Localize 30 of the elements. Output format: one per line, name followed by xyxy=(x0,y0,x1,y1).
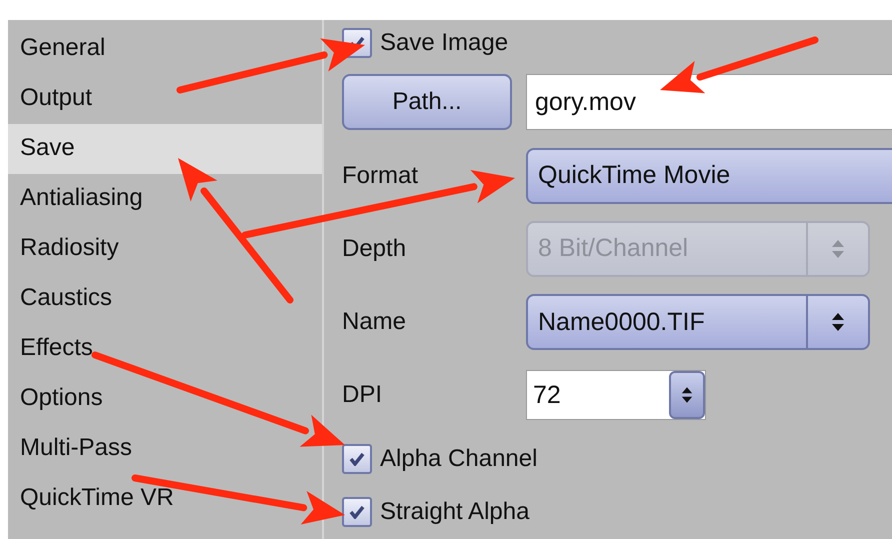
up-down-arrows-icon xyxy=(681,385,693,406)
sidebar-item[interactable]: Antialiasing xyxy=(8,174,322,224)
popup-menu[interactable]: QuickTime Movie xyxy=(526,148,892,204)
sidebar-item[interactable]: Options xyxy=(8,374,322,424)
checkbox[interactable] xyxy=(342,444,372,474)
checkbox-label: Alpha Channel xyxy=(380,444,538,473)
stepper[interactable] xyxy=(669,371,705,420)
field-label: Format xyxy=(342,162,420,190)
path-button[interactable]: Path... xyxy=(342,74,512,130)
sidebar-item[interactable]: Multi-Pass xyxy=(8,424,322,474)
up-down-arrows-icon xyxy=(831,238,845,259)
sidebar-item[interactable]: QuickTime VR xyxy=(8,474,322,524)
checkbox[interactable] xyxy=(342,497,372,528)
checkmark-icon xyxy=(349,505,365,520)
checkbox-label: Straight Alpha xyxy=(380,498,530,526)
sidebar-item[interactable]: Output xyxy=(8,74,322,124)
field-label: DPI xyxy=(342,381,384,410)
number-field[interactable]: 72 xyxy=(526,370,706,420)
sidebar-item[interactable]: General xyxy=(8,24,322,74)
field-label: Name xyxy=(342,308,408,336)
popup-menu[interactable]: Name0000.TIF xyxy=(526,294,870,350)
sidebar-item[interactable]: Radiosity xyxy=(8,224,322,274)
sidebar-item[interactable]: Caustics xyxy=(8,274,322,324)
up-down-arrows-icon xyxy=(831,312,845,332)
checkmark-icon xyxy=(349,452,365,466)
path-field[interactable]: gory.mov xyxy=(526,74,892,130)
checkbox-label: Save Image xyxy=(380,28,508,57)
sidebar-item[interactable]: Save xyxy=(8,124,322,174)
field-label: Depth xyxy=(342,234,408,263)
sidebar-item[interactable]: Effects xyxy=(8,324,322,374)
